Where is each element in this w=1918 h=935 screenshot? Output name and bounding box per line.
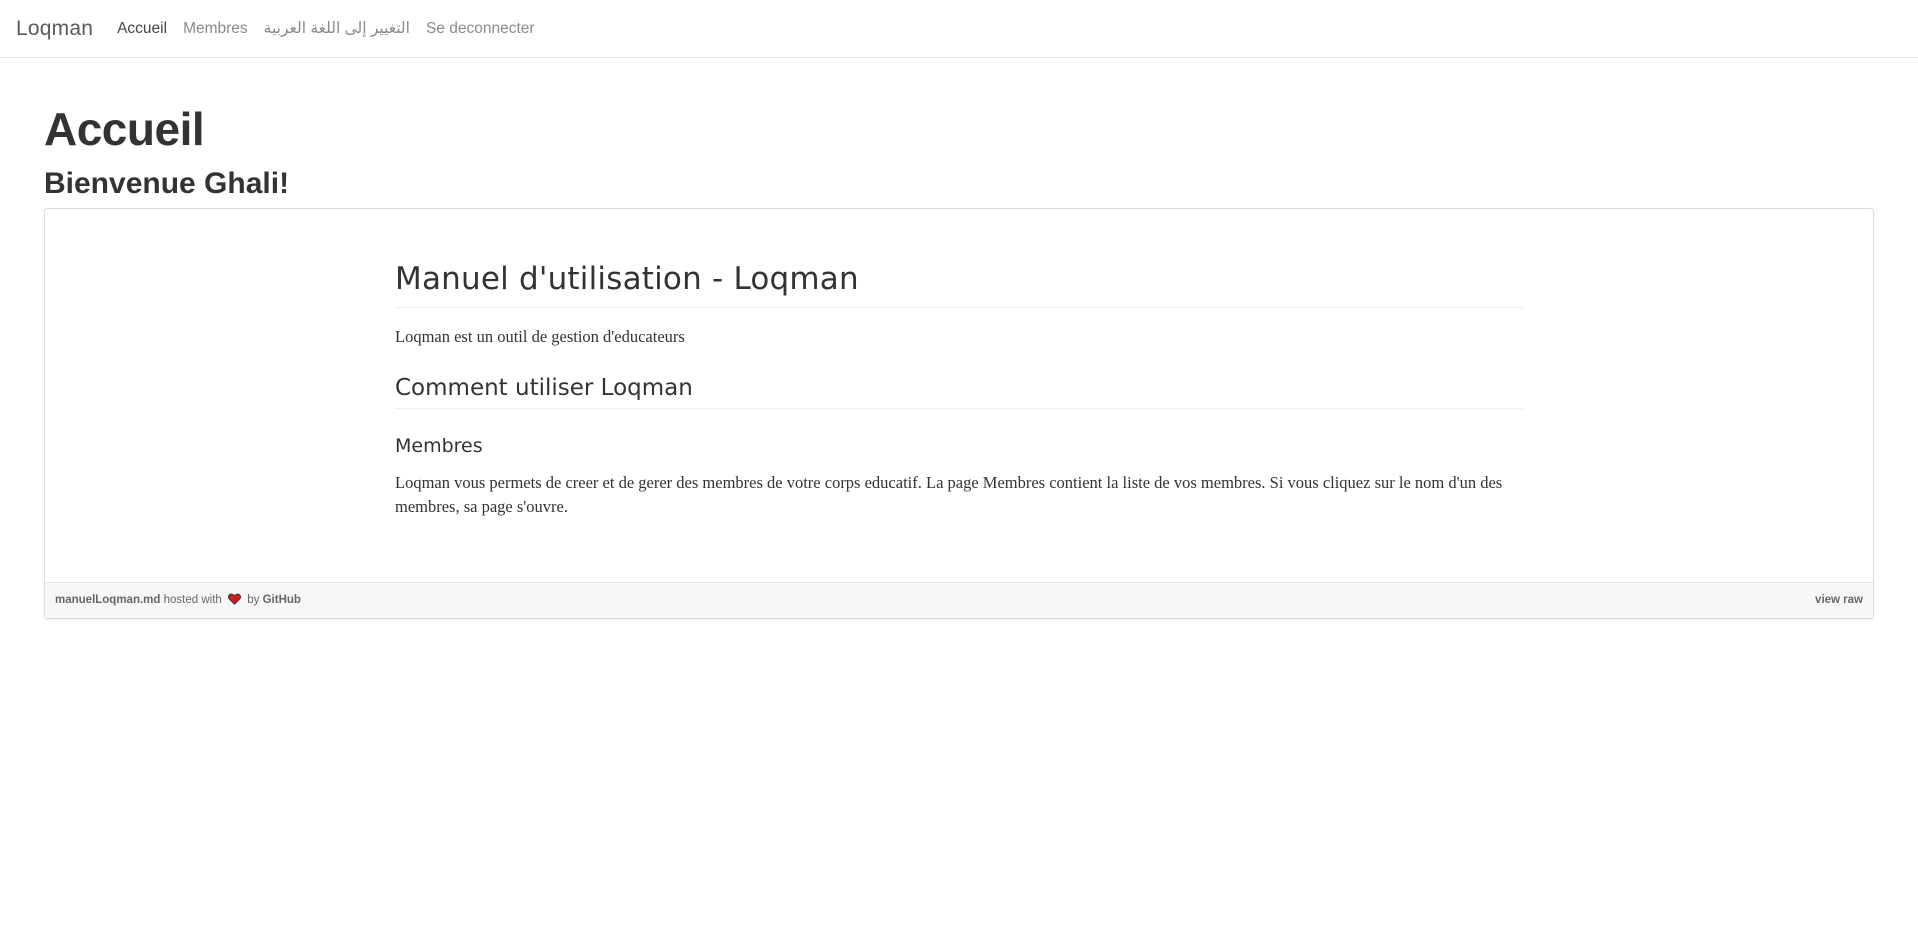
section-heading-usage: Comment utiliser Loqman (395, 375, 1523, 409)
gist-body: Manuel d'utilisation - Loqman Loqman est… (45, 209, 1873, 582)
welcome-heading: Bienvenue Ghali! (44, 166, 290, 200)
manual-intro: Loqman est un outil de gestion d'educate… (395, 326, 685, 346)
nav-item-logout: Se deconnecter (426, 20, 535, 38)
nav-item-membres: Membres (183, 20, 248, 38)
nav-link-accueil[interactable]: Accueil (117, 20, 167, 37)
navbar: Loqman Accueil Membres التغيير إلى اللغة… (0, 0, 1918, 58)
brand-link[interactable]: Loqman (16, 17, 93, 41)
gist-footer: manuelLoqman.md hosted with by GitHub vi… (45, 581, 1873, 618)
gist-embed: Manuel d'utilisation - Loqman Loqman est… (44, 207, 1874, 619)
main-content: Accueil Bienvenue Ghali! Manuel d'utilis… (0, 104, 1918, 619)
subsection-heading-membres: Membres (395, 434, 483, 457)
nav-link-membres[interactable]: Membres (183, 20, 248, 37)
view-raw-link[interactable]: view raw (1815, 594, 1863, 606)
markdown-article: Manuel d'utilisation - Loqman Loqman est… (395, 261, 1523, 519)
nav-item-arabic: التغيير إلى اللغة العربية (264, 19, 410, 38)
nav-item-accueil: Accueil (117, 20, 167, 38)
page-title: Accueil (44, 103, 205, 155)
heart-icon (228, 593, 242, 608)
membres-paragraph: Loqman vous permets de creer et de gerer… (395, 472, 1503, 516)
nav-link-switch-arabic[interactable]: التغيير إلى اللغة العربية (264, 20, 410, 37)
gist-footer-left: manuelLoqman.md hosted with by GitHub (55, 593, 301, 608)
hosted-with-text: hosted with (163, 593, 222, 606)
nav-link-logout[interactable]: Se deconnecter (426, 20, 535, 37)
manual-title: Manuel d'utilisation - Loqman (395, 261, 1523, 308)
gist-file-link[interactable]: manuelLoqman.md (55, 594, 160, 606)
nav-menu: Accueil Membres التغيير إلى اللغة العربي… (117, 19, 534, 38)
by-text: by (247, 593, 260, 606)
github-link[interactable]: GitHub (263, 594, 301, 606)
